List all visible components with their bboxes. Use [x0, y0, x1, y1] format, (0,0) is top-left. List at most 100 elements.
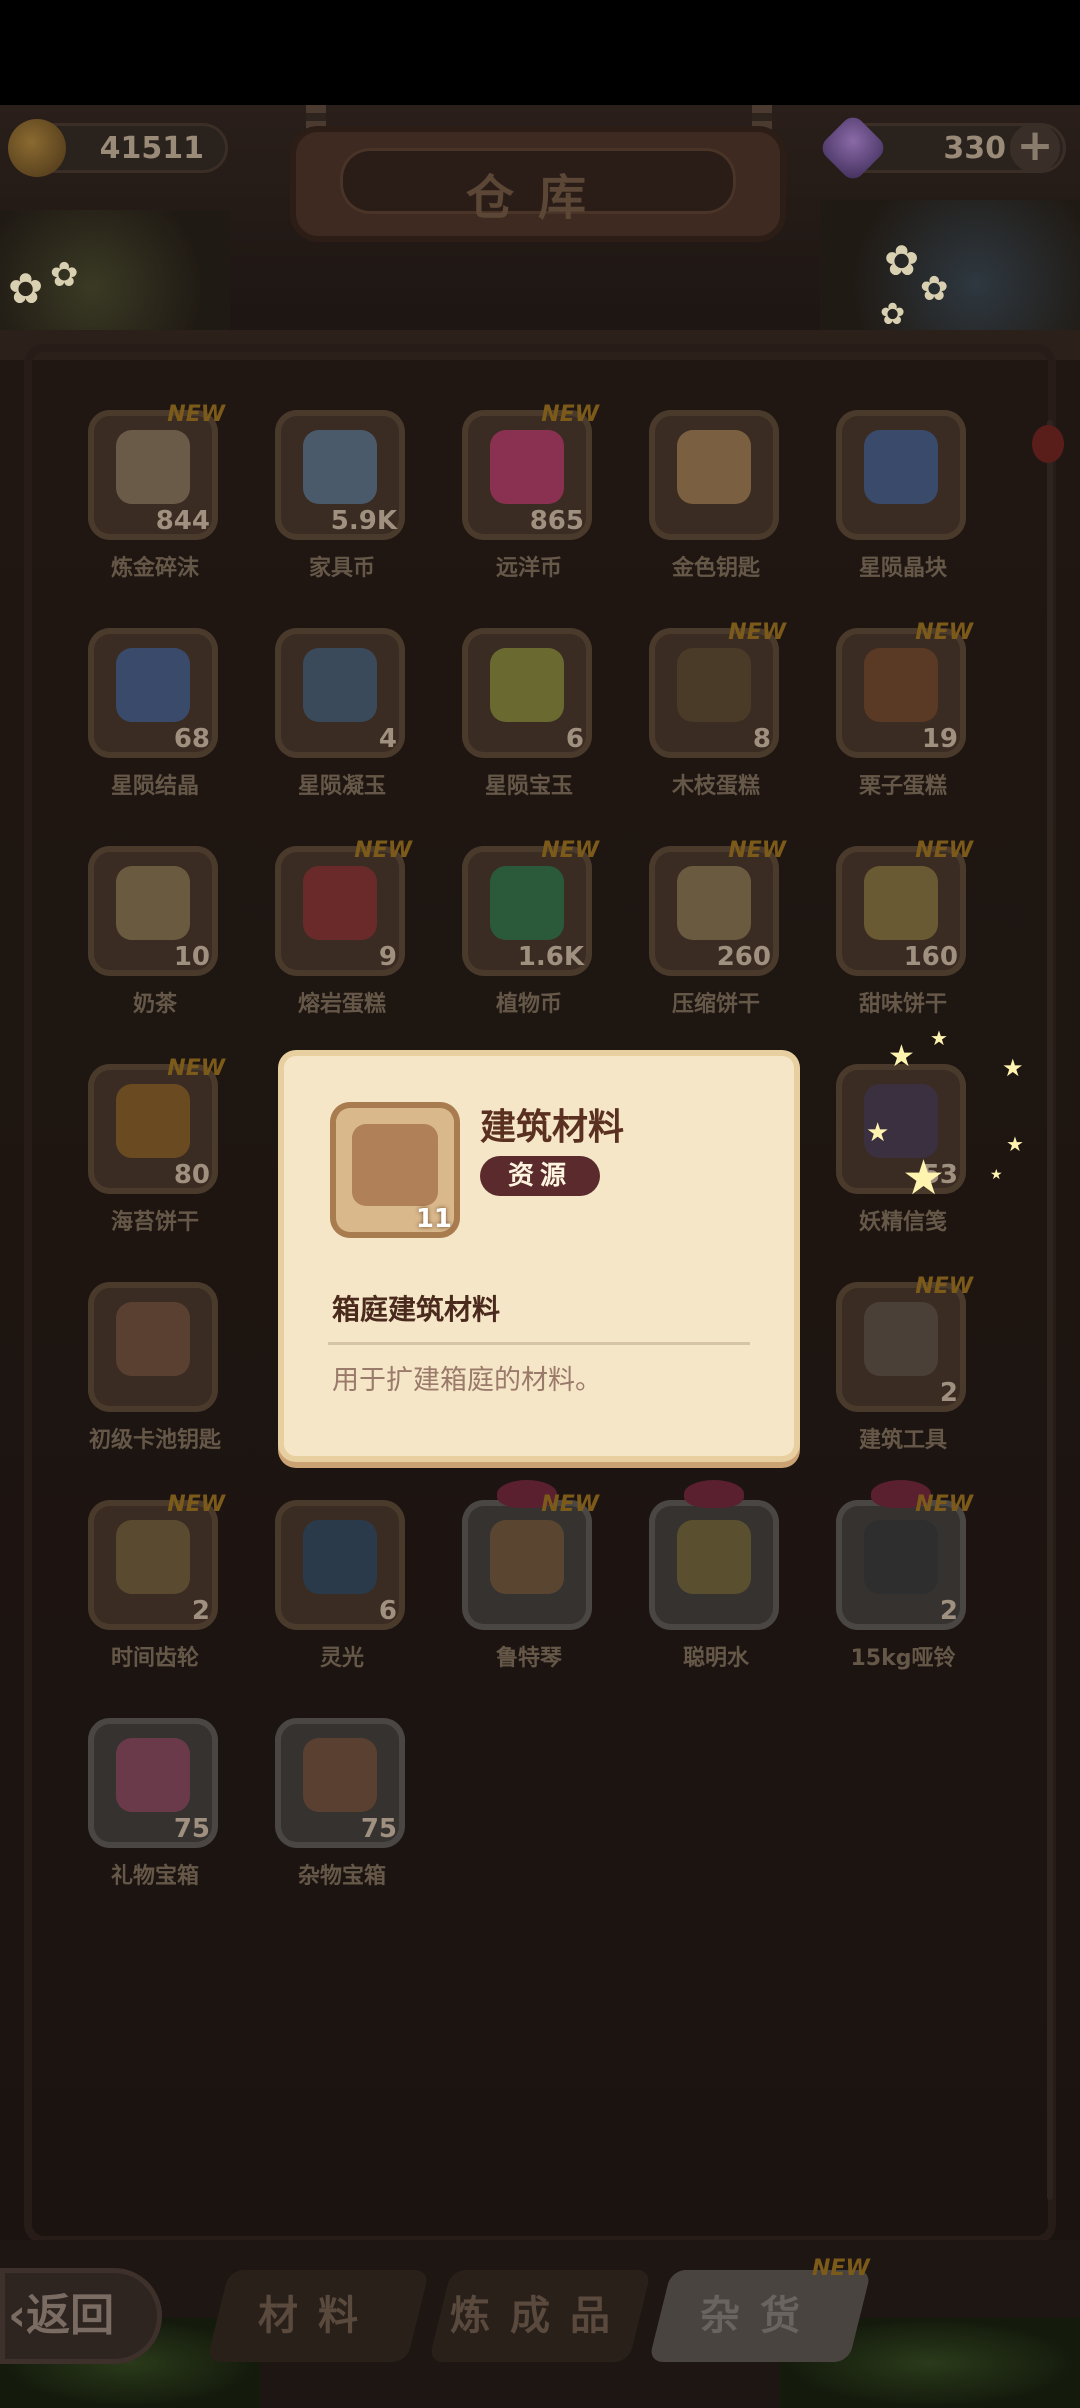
item-icon	[490, 866, 564, 940]
inventory-item[interactable]: 4 星陨凝玉	[262, 628, 422, 799]
inventory-item[interactable]: 75 礼物宝箱	[75, 1718, 235, 1889]
back-button[interactable]: ‹返回	[0, 2268, 162, 2364]
tab-misc[interactable]: 杂货	[648, 2270, 872, 2362]
item-name: 栗子蛋糕	[858, 774, 947, 799]
new-badge: NEW	[915, 1274, 973, 1299]
item-icon	[116, 648, 190, 722]
tab-materials-label: 材料	[258, 2293, 378, 2339]
flower-icon: ✿	[880, 297, 906, 332]
inventory-item[interactable]: NEW 鲁特琴	[449, 1480, 609, 1671]
inventory-item[interactable]: 19 NEW 栗子蛋糕	[823, 620, 983, 799]
title-inner: 仓库	[340, 148, 736, 226]
coin-icon	[8, 119, 66, 177]
inventory-item[interactable]: 75 杂物宝箱	[262, 1718, 422, 1889]
item-slot: 2	[836, 1500, 966, 1630]
item-slot: 80	[88, 1064, 218, 1194]
inventory-item[interactable]: 160 NEW 甜味饼干	[823, 838, 983, 1017]
inventory-item[interactable]: 8 NEW 木枝蛋糕	[636, 620, 796, 799]
inventory-item[interactable]: 6 星陨宝玉	[449, 628, 609, 799]
item-icon	[303, 648, 377, 722]
item-name: 甜味饼干	[858, 992, 947, 1017]
item-name: 星陨晶块	[858, 556, 947, 581]
item-icon	[677, 866, 751, 940]
inventory-item[interactable]: 1.6K NEW 植物币	[449, 838, 609, 1017]
inventory-item[interactable]: 9 NEW 熔岩蛋糕	[262, 838, 422, 1017]
popup-item-description: 用于扩建箱庭的材料。	[332, 1365, 602, 1396]
item-count: 8	[752, 724, 771, 754]
inventory-item[interactable]: 星陨晶块	[823, 410, 983, 581]
item-slot: 4	[275, 628, 405, 758]
tab-crafted[interactable]: 炼成品	[428, 2270, 652, 2362]
tab-new-badge: NEW	[812, 2256, 870, 2281]
star-icon: ★	[1006, 1132, 1024, 1156]
item-slot	[836, 410, 966, 540]
item-icon	[490, 1520, 564, 1594]
crystal-decoration-right	[820, 200, 1080, 340]
item-slot: 68	[88, 628, 218, 758]
item-count: 80	[173, 1160, 210, 1190]
inventory-item[interactable]: 6 灵光	[262, 1500, 422, 1671]
inventory-item[interactable]: 260 NEW 压缩饼干	[636, 838, 796, 1017]
item-name: 奶茶	[132, 992, 177, 1017]
item-icon	[116, 1084, 190, 1158]
coin-counter: 41511	[8, 119, 228, 177]
item-slot: 160	[836, 846, 966, 976]
ribbon-bow-icon	[684, 1480, 744, 1508]
item-icon	[116, 866, 190, 940]
item-name: 压缩饼干	[671, 992, 760, 1017]
item-name: 植物币	[495, 992, 562, 1017]
add-gems-button[interactable]: +	[1010, 123, 1060, 173]
item-detail-popup[interactable]: 11 建筑材料 资源 箱庭建筑材料 用于扩建箱庭的材料。	[284, 1056, 794, 1456]
new-badge: NEW	[354, 838, 412, 863]
title-plate: 仓库	[296, 132, 780, 236]
item-icon	[116, 1302, 190, 1376]
item-icon	[303, 1520, 377, 1594]
item-name: 灵光	[319, 1646, 364, 1671]
inventory-item[interactable]: 844 NEW 炼金碎沫	[75, 402, 235, 581]
inventory-item[interactable]: 68 星陨结晶	[75, 628, 235, 799]
page-title: 仓库	[465, 170, 610, 226]
popup-category-tag: 资源	[480, 1156, 600, 1196]
popup-item-title: 建筑材料	[480, 1107, 625, 1148]
item-slot: 865	[462, 410, 592, 540]
item-count: 2	[191, 1596, 210, 1626]
flower-icon: ✿	[884, 236, 920, 285]
inventory-item[interactable]: 2 NEW 建筑工具	[823, 1274, 983, 1453]
item-name: 妖精信笺	[858, 1210, 947, 1235]
inventory-item[interactable]: 2 NEW 时间齿轮	[75, 1492, 235, 1671]
inventory-item[interactable]: 80 NEW 海苔饼干	[75, 1056, 235, 1235]
item-count: 2	[939, 1378, 958, 1408]
item-count: 844	[155, 506, 210, 536]
item-count: 260	[716, 942, 771, 972]
scrollbar[interactable]	[1047, 420, 1053, 2200]
inventory-item[interactable]: 聪明水	[636, 1480, 796, 1671]
tab-misc-label: 杂货	[700, 2293, 820, 2339]
item-icon	[864, 430, 938, 504]
new-badge: NEW	[728, 838, 786, 863]
item-slot: 260	[649, 846, 779, 976]
item-slot: 75	[88, 1718, 218, 1848]
item-name: 鲁特琴	[495, 1646, 562, 1671]
inventory-item[interactable]: 53 妖精信笺	[823, 1064, 983, 1235]
item-count: 9	[378, 942, 397, 972]
item-slot: 19	[836, 628, 966, 758]
item-slot	[649, 410, 779, 540]
new-badge: NEW	[167, 1492, 225, 1517]
item-count: 75	[360, 1814, 397, 1844]
inventory-item[interactable]: 2 NEW 15kg哑铃	[823, 1480, 983, 1671]
item-name: 远洋币	[495, 556, 562, 581]
inventory-item[interactable]: 金色钥匙	[636, 410, 796, 581]
item-name: 星陨结晶	[110, 774, 199, 799]
tab-crafted-label: 炼成品	[450, 2293, 630, 2339]
popup-item-subtitle: 箱庭建筑材料	[332, 1293, 501, 1326]
inventory-item[interactable]: 865 NEW 远洋币	[449, 402, 609, 581]
gem-counter: 330 +	[817, 112, 1066, 184]
item-slot: 6	[275, 1500, 405, 1630]
inventory-item[interactable]: 初级卡池钥匙	[75, 1282, 235, 1453]
item-icon	[864, 1520, 938, 1594]
inventory-item[interactable]: 10 奶茶	[75, 846, 235, 1017]
item-icon	[677, 1520, 751, 1594]
item-count: 5.9K	[330, 506, 397, 536]
inventory-item[interactable]: 5.9K 家具币	[262, 410, 422, 581]
tab-materials[interactable]: 材料	[206, 2270, 430, 2362]
